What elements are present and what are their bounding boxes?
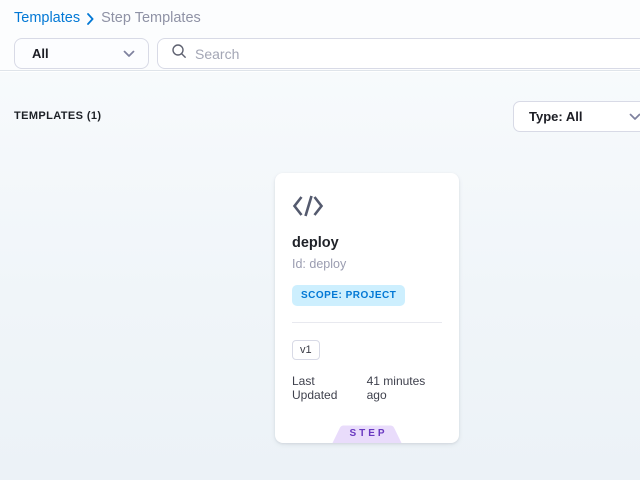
type-filter-value: Type: All bbox=[529, 109, 582, 124]
template-id: Id: deploy bbox=[292, 257, 442, 271]
chevron-down-icon bbox=[629, 108, 640, 126]
page: Templates Step Templates All TEMPLATES (… bbox=[0, 0, 640, 480]
last-updated-value: 41 minutes ago bbox=[367, 374, 442, 402]
card-divider bbox=[292, 322, 442, 323]
templates-count-heading: TEMPLATES (1) bbox=[14, 110, 102, 122]
content-area: TEMPLATES (1) Type: All deploy Id: deplo… bbox=[0, 72, 640, 480]
scope-badge: SCOPE: PROJECT bbox=[292, 285, 405, 306]
version-chip[interactable]: v1 bbox=[292, 340, 320, 360]
template-filter-dropdown[interactable]: All bbox=[14, 38, 149, 69]
template-type-label: STEP bbox=[332, 428, 402, 439]
search-icon bbox=[171, 43, 187, 64]
chevron-down-icon bbox=[123, 45, 135, 63]
breadcrumb: Templates Step Templates bbox=[14, 10, 201, 26]
breadcrumb-templates-link[interactable]: Templates bbox=[14, 10, 80, 26]
code-icon bbox=[292, 194, 442, 218]
template-card[interactable]: deploy Id: deploy SCOPE: PROJECT v1 Last… bbox=[275, 173, 459, 443]
last-updated-label: Last Updated bbox=[292, 374, 358, 402]
search-box[interactable] bbox=[157, 38, 640, 69]
breadcrumb-current: Step Templates bbox=[101, 10, 201, 26]
page-header: Templates Step Templates All bbox=[0, 0, 640, 71]
search-input[interactable] bbox=[195, 46, 640, 62]
last-updated-row: Last Updated 41 minutes ago bbox=[292, 374, 442, 402]
template-type-tab: STEP bbox=[332, 425, 402, 443]
template-name: deploy bbox=[292, 235, 442, 251]
type-filter-dropdown[interactable]: Type: All bbox=[513, 101, 640, 132]
template-filter-value: All bbox=[32, 46, 49, 61]
chevron-right-icon bbox=[87, 13, 94, 25]
